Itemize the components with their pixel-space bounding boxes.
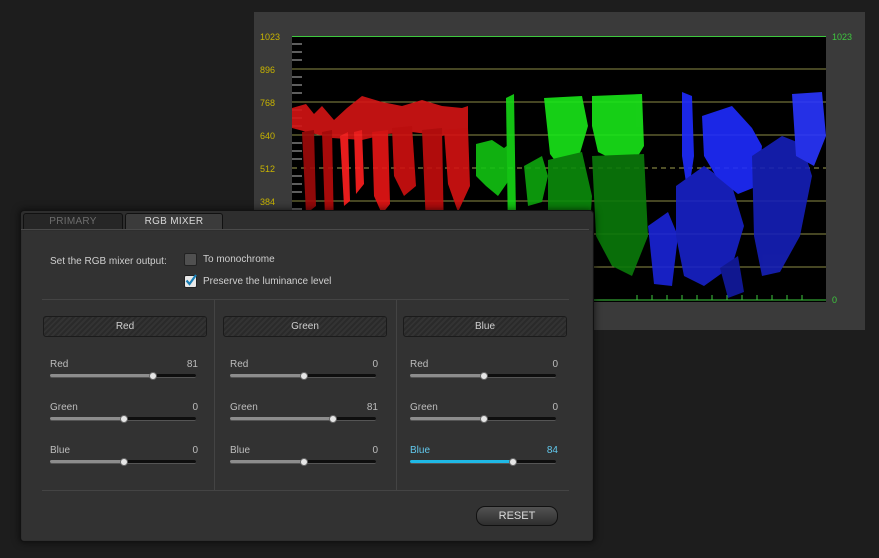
preserve-luminance-label: Preserve the luminance level [203, 276, 332, 287]
scale-label-896: 896 [260, 65, 276, 75]
slider-value: 0 [192, 402, 198, 413]
slider-label: Red [410, 359, 429, 370]
slider-fill [410, 417, 483, 420]
column-divider-2 [396, 300, 397, 490]
checkmark-icon [185, 274, 197, 286]
slider-thumb[interactable] [120, 415, 128, 423]
slider-track[interactable] [410, 372, 556, 380]
slider-track[interactable] [410, 415, 556, 423]
slider-fill [50, 417, 123, 420]
slider-value: 0 [372, 445, 378, 456]
color-corrector-panel: PRIMARY RGB MIXER Set the RGB mixer outp… [20, 210, 594, 542]
tab-rgb-mixer[interactable]: RGB MIXER [125, 213, 223, 230]
slider-fill [230, 374, 303, 377]
reset-button[interactable]: RESET [476, 506, 558, 526]
slider-red-red[interactable]: Red 81 [50, 359, 198, 389]
slider-thumb[interactable] [509, 458, 518, 466]
slider-blue-green[interactable]: Green 0 [410, 402, 558, 432]
slider-label: Blue [230, 445, 251, 456]
slider-track[interactable] [50, 458, 196, 466]
column-title-red: Red [43, 316, 207, 337]
slider-track[interactable] [50, 372, 196, 380]
slider-value: 81 [366, 402, 378, 413]
slider-value: 0 [192, 445, 198, 456]
scale-label-right-bottom: 0 [832, 295, 838, 305]
slider-red-blue[interactable]: Blue 0 [50, 445, 198, 475]
slider-thumb[interactable] [149, 372, 158, 380]
slider-value: 0 [552, 359, 558, 370]
slider-label: Blue [410, 445, 431, 456]
monochrome-label: To monochrome [203, 254, 275, 265]
slider-track[interactable] [410, 458, 556, 466]
red-output-column: Red Red 81 Green 0 Blue 0 [43, 316, 207, 486]
slider-fill [230, 417, 333, 420]
scale-label-512: 512 [260, 164, 276, 174]
scale-label-384: 384 [260, 197, 276, 207]
slider-fill [410, 374, 483, 377]
slider-thumb[interactable] [300, 372, 308, 380]
slider-label: Red [230, 359, 249, 370]
preserve-luminance-checkbox[interactable] [184, 274, 197, 288]
slider-value: 0 [552, 402, 558, 413]
divider-bottom [42, 490, 569, 491]
slider-green-red[interactable]: Red 0 [230, 359, 378, 389]
slider-value: 84 [546, 445, 558, 456]
slider-thumb[interactable] [300, 458, 308, 466]
slider-thumb[interactable] [480, 372, 488, 380]
slider-track[interactable] [50, 415, 196, 423]
slider-green-blue[interactable]: Blue 0 [230, 445, 378, 475]
slider-label: Blue [50, 445, 71, 456]
slider-thumb[interactable] [120, 458, 128, 466]
green-output-column: Green Red 0 Green 81 Blue 0 [223, 316, 387, 486]
slider-track[interactable] [230, 458, 376, 466]
mixer-output-label: Set the RGB mixer output: [50, 256, 167, 267]
slider-fill [230, 460, 303, 463]
slider-track[interactable] [230, 372, 376, 380]
column-title-green: Green [223, 316, 387, 337]
slider-fill [50, 460, 123, 463]
column-divider-1 [214, 300, 215, 490]
slider-blue-red[interactable]: Red 0 [410, 359, 558, 389]
slider-value: 81 [186, 359, 198, 370]
monochrome-checkbox[interactable] [184, 253, 197, 266]
scale-label-640: 640 [260, 131, 276, 141]
slider-label: Green [410, 402, 438, 413]
tab-divider [21, 229, 589, 230]
slider-fill [410, 460, 513, 463]
slider-green-green[interactable]: Green 81 [230, 402, 378, 432]
scale-label-768: 768 [260, 98, 276, 108]
blue-output-column: Blue Red 0 Green 0 Blue 84 [403, 316, 567, 486]
slider-value: 0 [372, 359, 378, 370]
slider-track[interactable] [230, 415, 376, 423]
slider-label: Green [230, 402, 258, 413]
slider-label: Red [50, 359, 69, 370]
scale-label-1023: 1023 [260, 32, 281, 42]
tab-primary[interactable]: PRIMARY [23, 213, 123, 230]
slider-blue-blue[interactable]: Blue 84 [410, 445, 558, 475]
slider-fill [50, 374, 153, 377]
slider-thumb[interactable] [480, 415, 488, 423]
column-title-blue: Blue [403, 316, 567, 337]
slider-red-green[interactable]: Green 0 [50, 402, 198, 432]
slider-thumb[interactable] [329, 415, 338, 423]
scale-label-right-top: 1023 [832, 32, 853, 42]
divider-top [42, 299, 569, 300]
rgb-mixer-content: Set the RGB mixer output: To monochrome … [22, 231, 592, 540]
slider-label: Green [50, 402, 78, 413]
